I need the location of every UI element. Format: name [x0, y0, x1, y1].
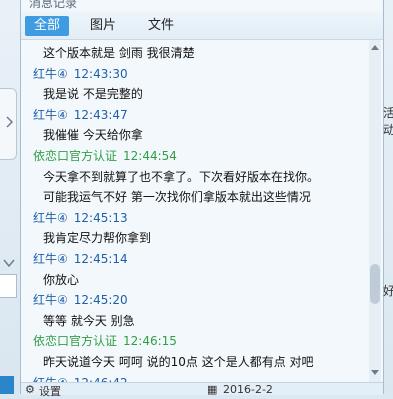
tab-images[interactable]: 图片 [81, 16, 125, 36]
chevron-right-icon[interactable] [4, 116, 14, 128]
message-text[interactable]: 我催催 今天给你拿 [43, 128, 143, 142]
background-text: 好 [383, 284, 393, 298]
date-label[interactable]: 2016-2-2 [223, 383, 273, 396]
message-text[interactable]: 可能我运气不好 第一次找你们拿版本就出这些情况 [43, 190, 311, 204]
message-sender-row: 红牛④12:46:42 [33, 372, 369, 382]
background-text: 活动 [383, 106, 393, 137]
message-body: 昨天说道今天 呵呵 说的10点 这个是人都有点 对吧 [43, 351, 369, 370]
panel-title: 消息记录 [29, 0, 78, 10]
message-sender-row: 红牛④ 12:45:14 [33, 248, 369, 267]
message-body: 这个版本就是 剑雨 我很清楚 [43, 42, 369, 61]
message-body: 我肯定尽力帮你拿到 [43, 227, 369, 246]
message-time: 12:43:30 [73, 66, 128, 81]
sender-name[interactable]: 红牛④ [33, 108, 68, 122]
message-body: 今天拿不到就算了也不拿了。下次看好版本在找你。 [43, 166, 369, 185]
message-body: 可能我运气不好 第一次找你们拿版本就出这些情况 [43, 186, 369, 205]
message-time: 12:45:13 [73, 210, 128, 225]
settings-icon[interactable]: ⚙ [25, 383, 35, 396]
sender-name[interactable]: 红牛④ [33, 67, 68, 81]
scroll-thumb[interactable] [370, 264, 380, 304]
scrollbar[interactable] [369, 40, 381, 382]
message-body: 你放心 [43, 269, 369, 288]
message-sender-row: 依恋口官方认证 12:44:54 [33, 145, 369, 164]
message-list[interactable]: 这个版本就是 剑雨 我很清楚 红牛④ 12:43:30 我是说 不是完整的 红牛④ 12:… [21, 40, 369, 382]
chat-history-panel: 消息记录 全部 图片 文件 这个版本就是 剑雨 我很清楚红牛④ 12:43:30 我… [20, 0, 384, 398]
message-time: 12:45:14 [73, 252, 128, 266]
left-taskbar-button[interactable] [0, 376, 14, 394]
settings-label[interactable]: 设置 [39, 383, 61, 399]
calendar-icon[interactable]: ▦ [207, 383, 217, 396]
message-text[interactable]: 昨天说道今天 呵呵 说的10点 这个是人都有点 对吧 [43, 355, 314, 369]
message-body: 我催催 今天给你拿 [43, 124, 369, 143]
message-time: 12:43:47 [73, 107, 128, 122]
message-time: 12:44:54 [123, 149, 177, 163]
history-tabbar: 全部 图片 文件 [21, 11, 383, 40]
message-text[interactable]: 我是说 不是完整的 [43, 87, 143, 101]
history-footer: ⚙ 设置 ▦ 2016-2-2 [21, 382, 383, 398]
scroll-down-icon[interactable] [371, 370, 379, 376]
scroll-up-icon[interactable] [371, 44, 379, 50]
left-dropdown[interactable] [0, 274, 17, 298]
message-sender-row: 依恋口官方认证 12:46:15 [33, 330, 369, 349]
chevron-down-icon[interactable] [3, 258, 15, 268]
message-sender-row: 红牛④ 12:43:47 [33, 104, 369, 123]
message-sender-row: 红牛④ 12:45:20 [33, 289, 369, 308]
message-body: 等等 就今天 别急 [43, 310, 369, 329]
sender-name[interactable]: 依恋口官方认证 [33, 149, 117, 163]
sender-name[interactable]: 红牛④ [33, 252, 68, 266]
message-sender-row: 红牛④ 12:45:13 [33, 207, 369, 226]
message-body: 我是说 不是完整的 [43, 83, 369, 102]
tab-all[interactable]: 全部 [25, 16, 69, 36]
message-text[interactable]: 你放心 [43, 273, 79, 287]
sender-name[interactable]: 红牛④ [33, 211, 68, 225]
message-text[interactable]: 这个版本就是 剑雨 我很清楚 [43, 46, 195, 60]
message-text[interactable]: 今天拿不到就算了也不拿了。下次看好版本在找你。 [43, 170, 319, 184]
message-text[interactable]: 我肯定尽力帮你拿到 [43, 231, 151, 245]
sender-name[interactable]: 依恋口官方认证 [33, 334, 117, 348]
left-window-edge [0, 0, 20, 394]
message-time: 12:45:20 [73, 293, 128, 308]
message-text[interactable]: 等等 就今天 别急 [43, 314, 135, 328]
sender-name[interactable]: 红牛④ [33, 293, 68, 307]
message-sender-row: 红牛④ 12:43:30 [33, 63, 369, 82]
message-time: 12:46:15 [123, 334, 177, 349]
tab-files[interactable]: 文件 [139, 16, 183, 36]
